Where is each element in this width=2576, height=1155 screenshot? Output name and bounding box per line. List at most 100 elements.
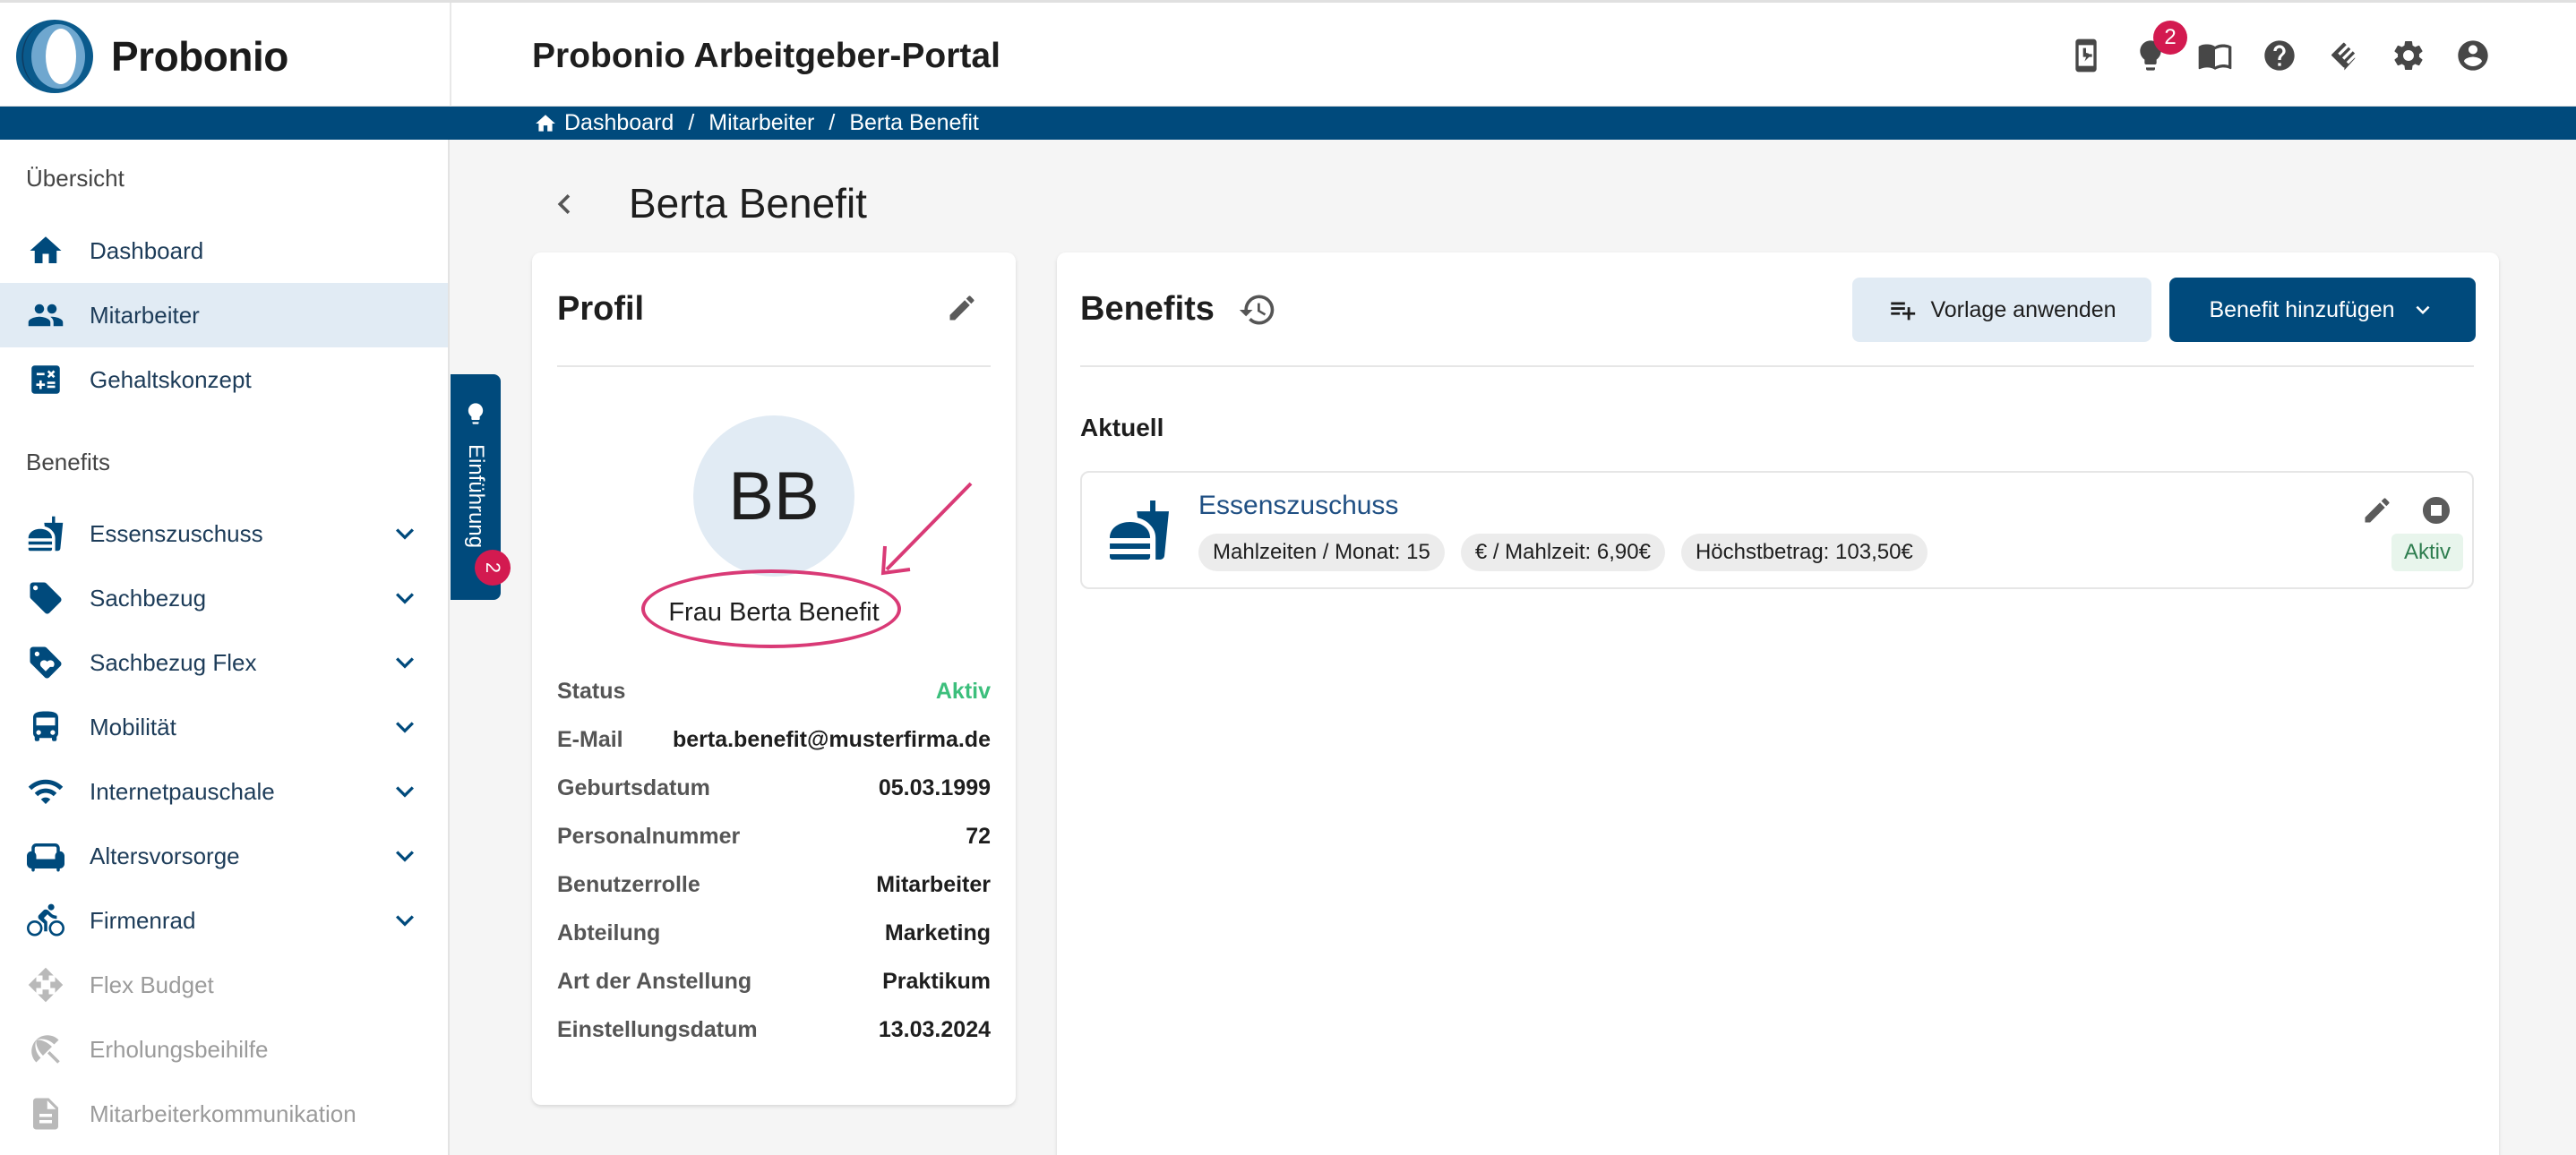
edit-benefit-button[interactable] [2361,494,2393,526]
divider [1080,365,2474,367]
document-icon [27,1095,64,1133]
intro-tab-label: Einführung [464,444,488,549]
sidebar-item-sachbezug-flex[interactable]: Sachbezug Flex [0,630,448,695]
avatar: BB [693,415,854,577]
breadcrumb-bar: Dashboard / Mitarbeiter / Berta Benefit [0,107,2576,140]
sidebar-item-gehaltskonzept[interactable]: Gehaltskonzept [0,347,448,412]
playlist-add-icon [1891,302,1916,321]
stop-benefit-button[interactable] [2420,494,2452,526]
sidebar-item-essenszuschuss[interactable]: Essenszuschuss [0,501,448,566]
pencil-icon [2365,498,2390,523]
chip-meals-per-month: Mahlzeiten / Monat: 15 [1198,534,1445,571]
gear-icon[interactable] [2388,35,2429,76]
breadcrumb: Dashboard / Mitarbeiter / Berta Benefit [534,110,979,136]
sidebar-item-label: Altersvorsorge [90,842,240,869]
field-label: Status [557,679,626,704]
intro-badge: 2 [475,550,511,586]
sidebar-item-altersvorsorge[interactable]: Altersvorsorge [0,824,448,888]
book-icon[interactable] [2194,35,2236,76]
notification-badge: 2 [2153,21,2187,55]
top-bar: Probonio Probonio Arbeitgeber-Portal 2 [0,0,2576,109]
probonio-logo-icon [14,18,95,95]
breadcrumb-mitarbeiter[interactable]: Mitarbeiter [708,110,814,136]
chevron-down-icon[interactable] [387,774,423,809]
avatar-initials: BB [728,458,820,535]
history-icon [1239,295,1275,325]
chevron-down-icon[interactable] [387,516,423,552]
profile-row-email: E-Mail berta.benefit@musterfirma.de [557,727,991,763]
profile-row-status: Status Aktiv [557,679,991,714]
food-icon [1107,496,1172,564]
annotation-arrow [880,482,973,576]
sidebar-item-label: Erholungsbeihilfe [90,1035,269,1063]
arrows-icon [27,966,64,1004]
sidebar-item-label: Sachbezug [90,584,207,612]
breadcrumb-separator: / [829,110,836,135]
mobile-app-icon[interactable] [2065,35,2107,76]
apply-template-button[interactable]: Vorlage anwenden [1852,278,2151,342]
add-benefit-button[interactable]: Benefit hinzufügen [2169,278,2476,342]
breadcrumb-dashboard[interactable]: Dashboard [564,110,674,136]
chevron-down-icon[interactable] [387,903,423,938]
sidebar-item-label: Flex Budget [90,971,214,998]
back-button[interactable] [545,181,584,227]
chevron-down-icon [2416,305,2430,314]
benefit-row-essenszuschuss[interactable]: Essenszuschuss Mahlzeiten / Monat: 15 € … [1080,471,2474,589]
profile-full-name: Frau Berta Benefit [668,598,880,627]
sidebar-item-label: Firmenrad [90,906,196,934]
field-label: Art der Anstellung [557,969,752,994]
edit-profile-button[interactable] [946,292,978,324]
profile-row-role: Benutzerrolle Mitarbeiter [557,872,991,908]
chip-max-amount: Höchstbetrag: 103,50€ [1680,534,1928,571]
logo[interactable]: Probonio [14,17,288,96]
divider [557,365,991,367]
page-title: Berta Benefit [629,180,867,227]
history-button[interactable] [1238,290,1277,329]
sidebar-item-mitarbeiter[interactable]: Mitarbeiter [0,283,448,347]
add-benefit-label: Benefit hinzufügen [2209,296,2395,322]
chevron-down-icon[interactable] [387,580,423,616]
sidebar-item-label: Essenszuschuss [90,519,263,547]
sidebar-item-label: Internetpauschale [90,777,275,805]
profile-heading: Profil [557,290,645,328]
armchair-icon [27,837,64,875]
breadcrumb-separator: / [688,110,695,135]
sidebar-item-label: Sachbezug Flex [90,648,257,676]
chevron-down-icon[interactable] [387,838,423,874]
benefit-name[interactable]: Essenszuschuss [1198,491,1398,521]
sidebar-item-sachbezug[interactable]: Sachbezug [0,566,448,630]
sidebar-item-internetpauschale[interactable]: Internetpauschale [0,759,448,824]
profile-row-department: Abteilung Marketing [557,920,991,956]
personnel-number-value: 72 [966,824,991,849]
account-icon[interactable] [2452,35,2494,76]
sidebar-item-label: Mitarbeiter [90,301,200,329]
sidebar-item-label: Dashboard [90,236,204,264]
sidebar-item-mobilitaet[interactable]: Mobilität [0,695,448,759]
sidebar-item-flex-budget[interactable]: Flex Budget [0,953,448,1017]
profile-row-employment-type: Art der Anstellung Praktikum [557,969,991,1005]
pencil-icon [949,295,975,321]
stop-circle-icon [2423,497,2450,524]
lightbulb-icon [463,401,488,426]
field-label: E-Mail [557,727,623,752]
lightbulb-icon[interactable]: 2 [2130,21,2187,76]
chevron-down-icon[interactable] [387,645,423,680]
profile-row-hire-date: Einstellungsdatum 13.03.2024 [557,1017,991,1053]
chevron-down-icon[interactable] [387,709,423,745]
help-icon[interactable] [2259,35,2300,76]
current-benefits-heading: Aktuell [1080,414,1164,441]
field-label: Personalnummer [557,824,741,849]
home-icon [27,232,64,270]
sidebar-item-mitarbeiterkommunikation[interactable]: Mitarbeiterkommunikation [0,1082,448,1146]
sidebar-item-erholungsbeihilfe[interactable]: Erholungsbeihilfe [0,1017,448,1082]
header-divider [450,3,451,109]
handshake-icon[interactable] [2323,35,2365,76]
sidebar-item-firmenrad[interactable]: Firmenrad [0,888,448,953]
benefits-heading: Benefits [1080,290,1215,328]
profile-row-personnel-number: Personalnummer 72 [557,824,991,860]
sidebar-section-benefits: Benefits [26,449,110,475]
sidebar-item-dashboard[interactable]: Dashboard [0,218,448,283]
sidebar-section-overview: Übersicht [26,165,125,192]
chevron-left-icon [557,194,571,214]
bike-icon [27,902,64,939]
